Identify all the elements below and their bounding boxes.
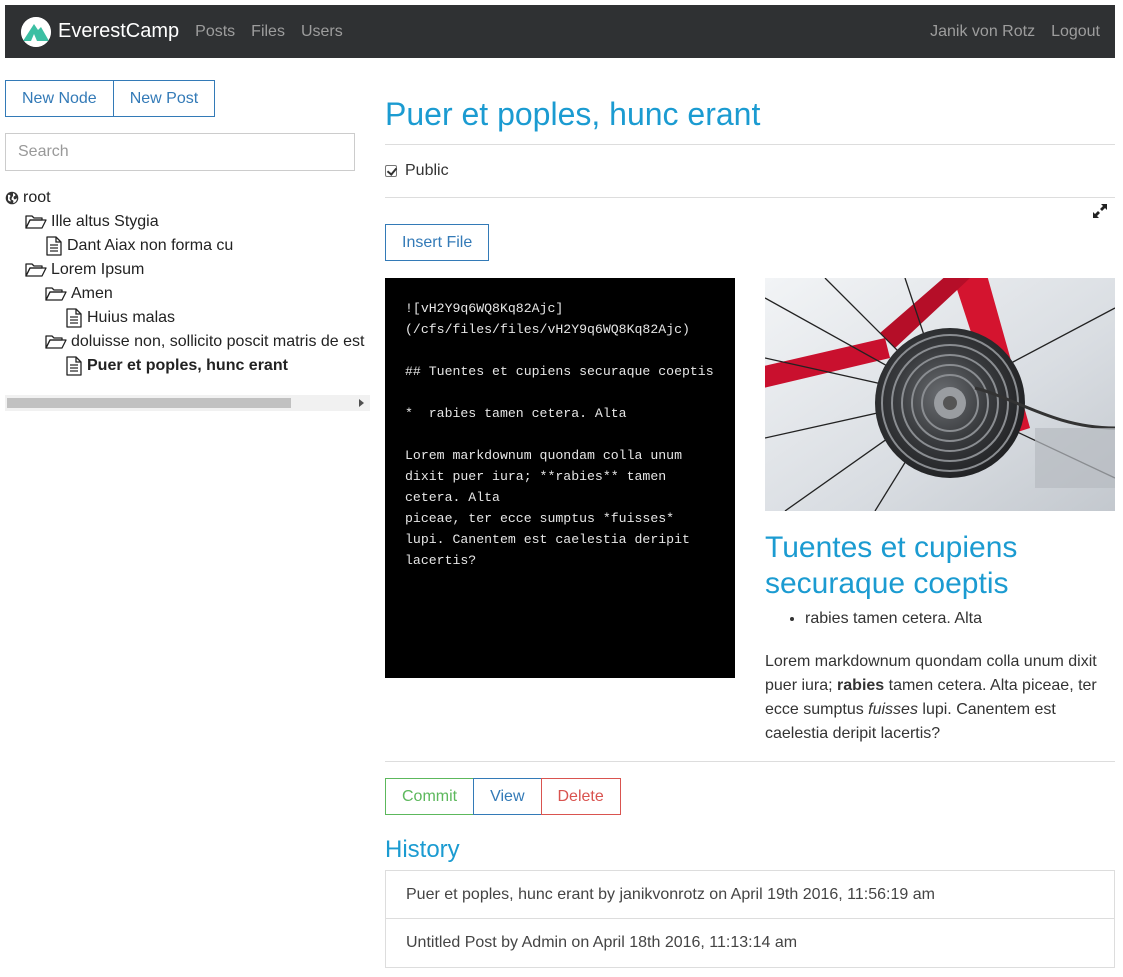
- folder-open-icon: [45, 334, 67, 350]
- brand-name: EverestCamp: [58, 20, 180, 42]
- insert-file-button[interactable]: Insert File: [385, 224, 490, 261]
- tree-node-label: root: [23, 189, 51, 206]
- scrollbar-thumb[interactable]: [7, 398, 291, 408]
- tree-node[interactable]: root: [5, 186, 370, 210]
- nav-logout[interactable]: Logout: [1051, 23, 1100, 41]
- preview-italic-text: fuisses: [868, 701, 918, 718]
- tree-node[interactable]: Huius malas: [5, 306, 370, 330]
- nav-user-profile[interactable]: Janik von Rotz: [930, 23, 1035, 41]
- new-post-button[interactable]: New Post: [112, 80, 216, 117]
- tree-node[interactable]: Amen: [5, 282, 370, 306]
- tree-node[interactable]: Dant Aiax non forma cu: [5, 234, 370, 258]
- preview-bullet-list: rabies tamen cetera. Alta: [805, 610, 982, 628]
- sidebar-button-group: New Node New Post: [5, 80, 216, 117]
- folder-open-icon: [25, 214, 47, 230]
- tree-node-label: Dant Aiax non forma cu: [67, 237, 234, 254]
- nav-right: Janik von Rotz Logout: [914, 23, 1100, 41]
- preview-image-bike-cassette: [765, 278, 1115, 511]
- tree-node-label: Lorem Ipsum: [51, 261, 145, 278]
- divider: [385, 197, 1115, 198]
- public-label: Public: [405, 162, 449, 179]
- post-action-buttons: Commit View Delete: [385, 778, 621, 815]
- markdown-editor[interactable]: ![vH2Y9q6WQ8Kq82Ajc] (/cfs/files/files/v…: [385, 278, 735, 678]
- file-icon: [65, 308, 83, 328]
- file-icon: [45, 236, 63, 256]
- tree-node-label: Puer et poples, hunc erant: [87, 357, 288, 374]
- file-icon: [65, 356, 83, 376]
- preview-heading: Tuentes et cupiens securaque coeptis: [765, 531, 1018, 600]
- public-checkbox[interactable]: [385, 165, 397, 177]
- page-title: Puer et poples, hunc erant: [385, 96, 761, 132]
- tree-node[interactable]: Puer et poples, hunc erant: [5, 354, 370, 378]
- tree-node-label: Ille altus Stygia: [51, 213, 159, 230]
- view-button[interactable]: View: [473, 778, 542, 815]
- divider: [385, 144, 1115, 145]
- new-node-button[interactable]: New Node: [5, 80, 114, 117]
- divider: [385, 761, 1115, 762]
- tree-node[interactable]: doluisse non, sollicito poscit matris de…: [5, 330, 370, 354]
- delete-button[interactable]: Delete: [540, 778, 621, 815]
- tree-node[interactable]: Ille altus Stygia: [5, 210, 370, 234]
- history-item[interactable]: Untitled Post by Admin on April 18th 201…: [385, 919, 1115, 968]
- preview-bullet-item: rabies tamen cetera. Alta: [805, 610, 982, 628]
- preview-bold-text: rabies: [837, 677, 885, 694]
- nav-files[interactable]: Files: [251, 23, 285, 41]
- public-toggle[interactable]: Public: [385, 162, 449, 180]
- folder-open-icon: [45, 286, 67, 302]
- preview-paragraph: Lorem markdownum quondam colla unum dixi…: [765, 650, 1115, 746]
- node-tree: root Ille altus Stygia Dant Aiax non forma…: [5, 186, 370, 378]
- tree-horizontal-scrollbar[interactable]: [5, 395, 370, 411]
- tree-node-label: Huius malas: [87, 309, 176, 326]
- nav-users[interactable]: Users: [301, 23, 343, 41]
- tree-node-label: doluisse non, sollicito poscit matris de…: [71, 333, 365, 350]
- brand-link[interactable]: EverestCamp: [21, 16, 180, 47]
- history-item[interactable]: Puer et poples, hunc erant by janikvonro…: [385, 870, 1115, 919]
- expand-fullscreen-icon[interactable]: [1090, 201, 1110, 221]
- globe-icon: [5, 191, 19, 205]
- search-input[interactable]: [5, 133, 355, 171]
- tree-node[interactable]: Lorem Ipsum: [5, 258, 370, 282]
- tree-node-label: Amen: [71, 285, 113, 302]
- mountain-logo-icon: [21, 16, 51, 47]
- scroll-right-arrow-icon[interactable]: [359, 399, 364, 407]
- history-list: Puer et poples, hunc erant by janikvonro…: [385, 870, 1115, 968]
- folder-open-icon: [25, 262, 47, 278]
- nav-posts[interactable]: Posts: [195, 23, 235, 41]
- commit-button[interactable]: Commit: [385, 778, 475, 815]
- history-title: History: [385, 836, 460, 863]
- top-navbar: EverestCamp Posts Files Users Janik von …: [5, 5, 1115, 58]
